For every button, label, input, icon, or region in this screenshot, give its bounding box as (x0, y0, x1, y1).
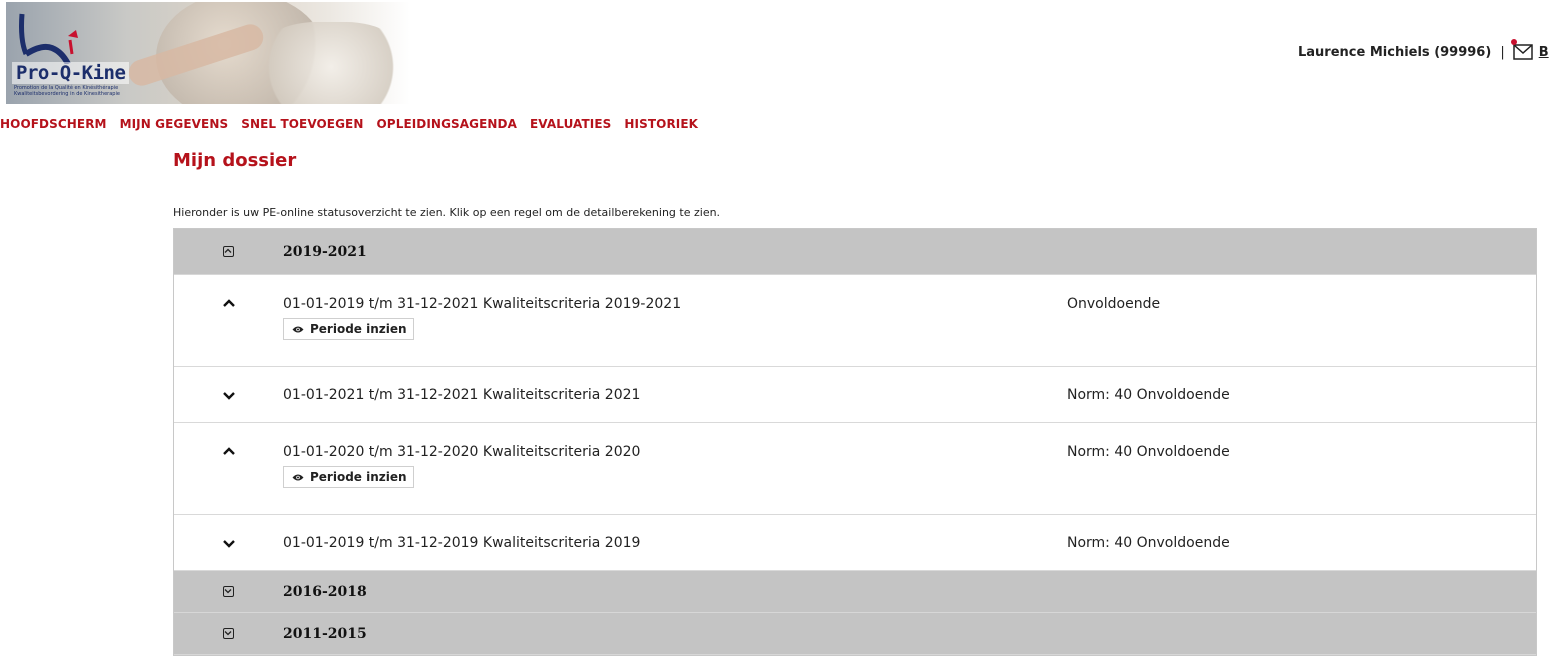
notification-dot (1510, 39, 1517, 45)
row-description: 01-01-2019 t/m 31-12-2019 Kwaliteitscrit… (283, 534, 641, 551)
logo-subtitle: Promotion de la Qualité en Kinésithérapi… (14, 85, 120, 97)
group-row-2016-2018[interactable]: 2016-2018 (174, 571, 1536, 613)
messages-link[interactable]: B (1539, 45, 1549, 60)
expand-square-icon[interactable] (223, 586, 234, 597)
row-status: Norm: 40 Onvoldoende (1067, 534, 1230, 551)
chevron-down-icon[interactable] (222, 391, 236, 401)
user-info: Laurence Michiels (99996) | B (1298, 39, 1549, 60)
periode-inzien-button[interactable]: Periode inzien (283, 466, 414, 488)
expand-square-icon[interactable] (223, 628, 234, 639)
periode-inzien-button[interactable]: Periode inzien (283, 318, 414, 340)
row-status: Norm: 40 Onvoldoende (1067, 444, 1230, 460)
envelope-icon[interactable] (1510, 39, 1533, 60)
table-row[interactable]: 01-01-2019 t/m 31-12-2021 Kwaliteitscrit… (174, 275, 1536, 367)
group-row-2019-2021[interactable]: 2019-2021 (174, 229, 1536, 275)
group-label: 2019-2021 (283, 243, 367, 260)
row-status: Norm: 40 Onvoldoende (1067, 386, 1230, 403)
separator: | (1500, 44, 1505, 60)
logo-text: Pro-Q-Kine (12, 62, 130, 84)
banner-photo-detail (256, 22, 406, 104)
row-description: 01-01-2019 t/m 31-12-2021 Kwaliteitscrit… (283, 296, 682, 312)
chevron-down-icon[interactable] (222, 539, 236, 549)
row-status: Onvoldoende (1067, 296, 1161, 312)
nav-historiek[interactable]: HISTORIEK (624, 117, 698, 131)
chevron-up-icon[interactable] (222, 446, 236, 456)
page-title: Mijn dossier (173, 150, 297, 171)
eye-icon (292, 474, 304, 480)
nav-opleidingsagenda[interactable]: OPLEIDINGSAGENDA (377, 117, 518, 131)
chevron-up-icon[interactable] (222, 298, 236, 308)
status-table: 2019-2021 01-01-2019 t/m 31-12-2021 Kwal… (173, 228, 1537, 656)
main-nav: HOOFDSCHERM MIJN GEGEVENS SNEL TOEVOEGEN… (0, 117, 711, 131)
header-banner: Pro-Q-Kine Promotion de la Qualité en Ki… (6, 2, 410, 104)
nav-mijn-gegevens[interactable]: MIJN GEGEVENS (120, 117, 229, 131)
user-name: Laurence Michiels (99996) (1298, 44, 1492, 60)
intro-text: Hieronder is uw PE-online statusoverzich… (173, 206, 721, 219)
row-description: 01-01-2021 t/m 31-12-2021 Kwaliteitscrit… (283, 386, 641, 403)
nav-snel-toevoegen[interactable]: SNEL TOEVOEGEN (241, 117, 363, 131)
group-row-2011-2015[interactable]: 2011-2015 (174, 613, 1536, 655)
logo-mark-icon (19, 13, 78, 64)
button-label: Periode inzien (310, 470, 407, 484)
group-label: 2011-2015 (283, 625, 367, 642)
table-row[interactable]: 01-01-2021 t/m 31-12-2021 Kwaliteitscrit… (174, 367, 1536, 423)
table-row[interactable]: 01-01-2020 t/m 31-12-2020 Kwaliteitscrit… (174, 423, 1536, 515)
row-description: 01-01-2020 t/m 31-12-2020 Kwaliteitscrit… (283, 444, 641, 460)
table-row[interactable]: 01-01-2019 t/m 31-12-2019 Kwaliteitscrit… (174, 515, 1536, 571)
nav-hoofdscherm[interactable]: HOOFDSCHERM (0, 117, 107, 131)
group-label: 2016-2018 (283, 583, 367, 600)
collapse-square-icon[interactable] (223, 246, 234, 257)
eye-icon (292, 326, 304, 332)
nav-evaluaties[interactable]: EVALUATIES (530, 117, 611, 131)
button-label: Periode inzien (310, 322, 407, 336)
